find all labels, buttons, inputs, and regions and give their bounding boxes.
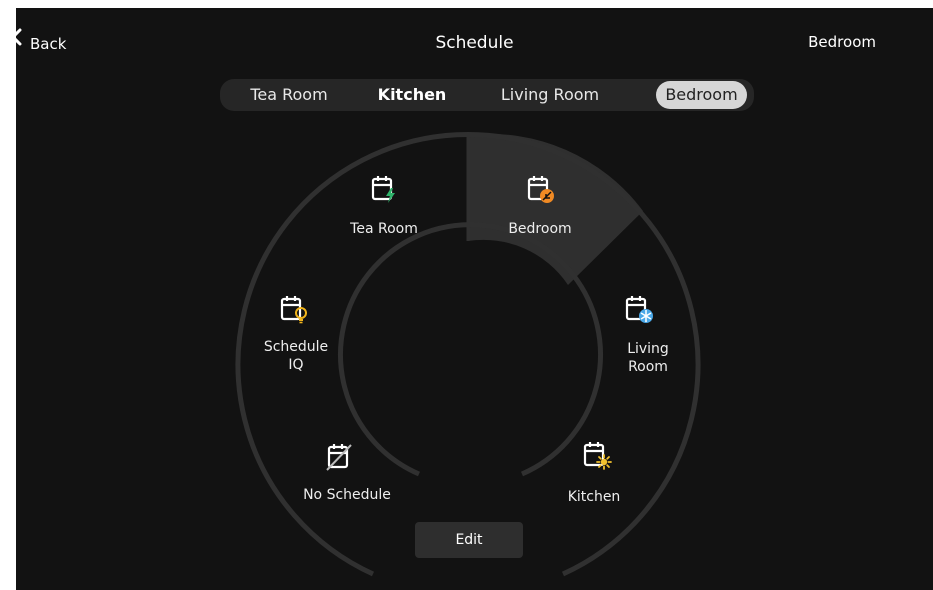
segment-kitchen[interactable]: Kitchen: [559, 440, 629, 506]
segment-label-bedroom: Bedroom: [508, 221, 572, 237]
segment-label-kitchen: Kitchen: [567, 489, 621, 505]
schedule-wheel: [235, 132, 701, 577]
segment-tea-room[interactable]: Tea Room: [334, 174, 434, 238]
calendar-off-icon: [326, 444, 352, 471]
segment-label-tea-room: Tea Room: [350, 221, 418, 237]
segment-label-schedule-iq: Schedule IQ: [263, 339, 329, 373]
segment-bedroom[interactable]: Bedroom: [490, 174, 590, 238]
inner-ring-arc: [338, 222, 603, 477]
calendar-snowflake-icon: [625, 296, 653, 323]
segment-label-no-schedule: No Schedule: [303, 487, 391, 503]
calendar-bolt-icon: [371, 176, 395, 203]
edit-button[interactable]: Edit: [415, 522, 523, 558]
schedule-screen: Back Schedule Bedroom Tea Room Kitchen L…: [16, 8, 933, 590]
calendar-sun-icon: [583, 442, 612, 470]
calendar-bulb-icon: [280, 296, 307, 324]
segment-schedule-iq[interactable]: Schedule IQ: [256, 294, 336, 374]
segment-no-schedule[interactable]: No Schedule: [288, 442, 406, 506]
segment-living-room[interactable]: Living Room: [612, 294, 684, 376]
segment-label-living-room: Living Room: [627, 341, 669, 375]
calendar-leaf-icon: [527, 176, 554, 203]
